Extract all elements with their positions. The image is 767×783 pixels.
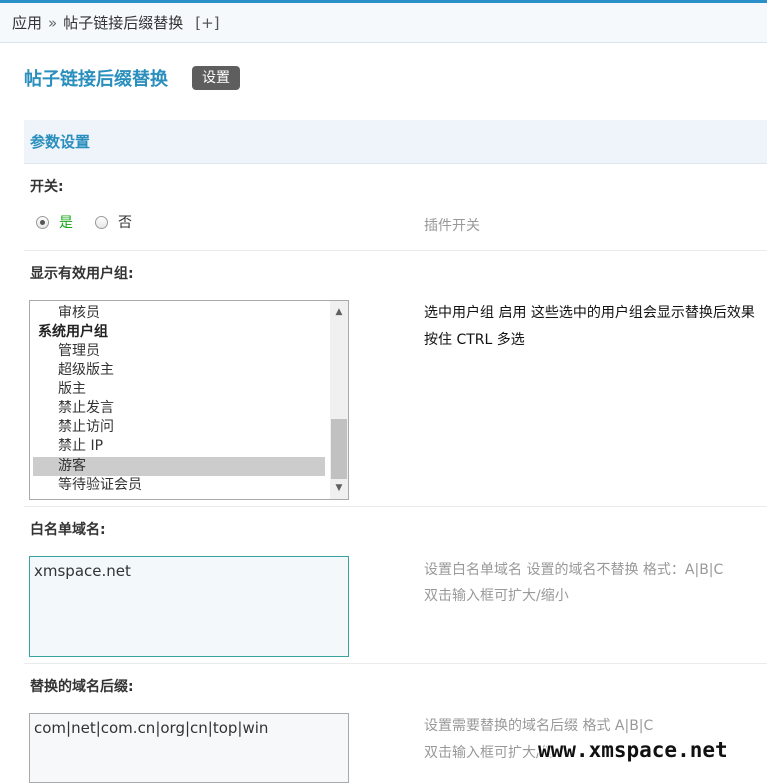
settings-tab-badge[interactable]: 设置 (192, 66, 240, 90)
breadcrumb: 应用 » 帖子链接后缀替换 [+] (0, 3, 767, 43)
usergroups-multiselect[interactable]: 审核员 系统用户组 管理员 超级版主 版主 禁止发言 禁止访问 禁止 IP 游客… (29, 300, 349, 500)
usergroup-option[interactable]: 版主 (30, 380, 326, 399)
whitelist-description-line2: 双击输入框可扩大/缩小 (424, 588, 569, 604)
usergroup-option[interactable]: 管理员 (30, 342, 326, 361)
scroll-down-arrow-icon[interactable]: ▼ (330, 479, 348, 497)
breadcrumb-separator: » (48, 14, 58, 32)
radio-yes-label[interactable]: 是 (59, 212, 73, 232)
suffix-description-line1: 设置需要替换的域名后缀 格式 A|B|C (424, 718, 654, 734)
divider (24, 663, 767, 664)
whitelist-description-line1: 设置白名单域名 设置的域名不替换 格式：A|B|C (424, 562, 724, 578)
usergroup-option[interactable]: 等待验证会员 (30, 476, 326, 495)
listbox-scrollbar[interactable]: ▲ ▼ (330, 301, 348, 499)
radio-no[interactable] (95, 215, 108, 229)
usergroup-option[interactable]: 禁止访问 (30, 418, 326, 437)
usergroup-group-heading: 系统用户组 (38, 324, 108, 340)
switch-label: 开关: (30, 179, 64, 195)
usergroups-description-line2: 按住 CTRL 多选 (424, 332, 525, 348)
suffix-textarea[interactable]: com|net|com.cn|org|cn|top|win (29, 713, 349, 783)
radio-yes[interactable] (36, 215, 49, 229)
plugin-title-row: 帖子链接后缀替换 设置 (24, 64, 240, 92)
usergroup-option[interactable]: 禁止发言 (30, 399, 326, 418)
whitelist-textarea[interactable]: xmspace.net (29, 556, 349, 657)
usergroup-option[interactable]: 审核员 (30, 304, 326, 323)
divider (24, 506, 767, 507)
usergroup-option[interactable]: 禁止 IP (30, 437, 326, 456)
whitelist-label: 白名单域名: (30, 522, 106, 538)
scrollbar-thumb[interactable] (331, 419, 347, 479)
usergroup-option-selected[interactable]: 游客 (33, 457, 325, 476)
radio-no-label[interactable]: 否 (118, 212, 132, 232)
switch-description: 插件开关 (424, 218, 480, 234)
suffix-label: 替换的域名后缀: (30, 679, 134, 695)
scroll-up-arrow-icon[interactable]: ▲ (330, 303, 348, 321)
add-shortcut-button[interactable]: [+] (195, 14, 219, 32)
switch-radio-group: 是 否 (36, 212, 132, 232)
breadcrumb-current-page[interactable]: 帖子链接后缀替换 (63, 14, 183, 32)
divider (24, 250, 767, 251)
breadcrumb-app-link[interactable]: 应用 (12, 14, 42, 32)
usergroup-option[interactable]: 超级版主 (30, 361, 326, 380)
usergroups-description-line1: 选中用户组 启用 这些选中的用户组会显示替换后效果 (424, 305, 755, 321)
usergroups-label: 显示有效用户组: (30, 266, 134, 282)
plugin-title: 帖子链接后缀替换 (24, 69, 168, 90)
site-watermark: www.xmspace.net (538, 738, 728, 762)
section-header-parameters: 参数设置 (24, 120, 767, 164)
